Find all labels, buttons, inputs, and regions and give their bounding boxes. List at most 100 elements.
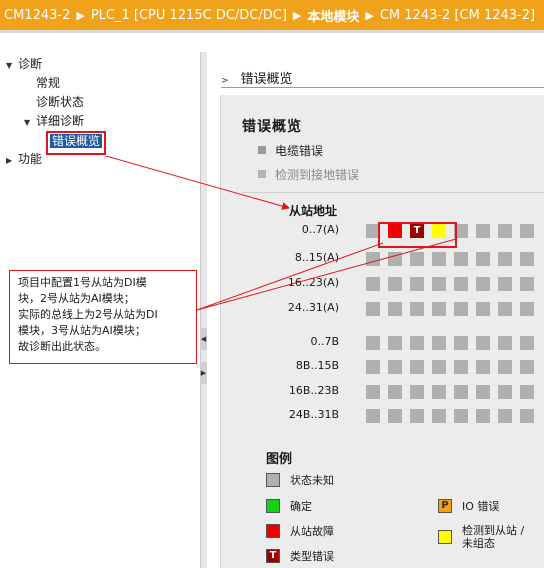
slave-status-unknown[interactable]	[476, 277, 490, 291]
slave-status-unknown[interactable]	[388, 385, 402, 399]
breadcrumb-item-plc[interactable]: PLC_1 [CPU 1215C DC/DC/DC]	[91, 8, 287, 23]
slave-status-unknown[interactable]	[388, 302, 402, 316]
callout-line: 故诊断出此状态。	[18, 340, 106, 353]
slave-status-unknown[interactable]	[410, 302, 424, 316]
slave-row-label: 8..15(A)	[294, 251, 339, 264]
slave-status-unknown[interactable]	[498, 409, 512, 423]
slave-status-unknown[interactable]	[498, 360, 512, 374]
slave-status-unknown[interactable]	[410, 409, 424, 423]
ground-error-indicator: 检测到接地错误	[258, 166, 359, 183]
legend-label-detected: 检测到从站 / 未组态	[462, 524, 524, 550]
legend-item-unknown: 状态未知	[266, 473, 334, 487]
slave-status-unknown[interactable]	[498, 277, 512, 291]
slave-status-unknown[interactable]	[498, 302, 512, 316]
slave-status-unknown[interactable]	[454, 385, 468, 399]
slave-status-unknown[interactable]	[432, 252, 446, 266]
io-error-swatch-icon: P	[438, 499, 452, 513]
section-header[interactable]: > 错误概览	[221, 68, 544, 88]
slave-row-label: 24B..31B	[288, 408, 339, 421]
unknown-swatch-icon	[266, 473, 280, 487]
slave-status-unknown[interactable]	[498, 252, 512, 266]
panel-splitter[interactable]	[200, 52, 207, 568]
expand-right-arrow-icon[interactable]: ▶	[200, 362, 207, 384]
slave-status-unknown[interactable]	[410, 385, 424, 399]
slave-status-unknown[interactable]	[520, 224, 534, 238]
annotation-callout: 项目中配置1号从站为DI模 块，2号从站为AI模块； 实际的总线上为2号从站为D…	[9, 270, 197, 364]
slave-status-unknown[interactable]	[366, 277, 380, 291]
slave-status-unknown[interactable]	[476, 224, 490, 238]
slave-status-unknown[interactable]	[520, 385, 534, 399]
slave-status-unknown[interactable]	[454, 277, 468, 291]
slave-status-unknown[interactable]	[410, 277, 424, 291]
slave-status-unknown[interactable]	[520, 302, 534, 316]
cable-error-label: 电缆错误	[275, 144, 324, 158]
slave-status-unknown[interactable]	[432, 409, 446, 423]
collapse-left-arrow-icon[interactable]: ◀	[200, 328, 207, 350]
slave-status-unknown[interactable]	[432, 385, 446, 399]
slave-status-unknown[interactable]	[454, 336, 468, 350]
slave-status-unknown[interactable]	[498, 385, 512, 399]
slave-status-unknown[interactable]	[388, 336, 402, 350]
slave-status-row	[366, 252, 534, 266]
tree-item-diag-status[interactable]: 诊断状态	[36, 93, 84, 111]
legend-label: 类型错误	[290, 549, 334, 563]
slave-status-unknown[interactable]	[476, 252, 490, 266]
slave-status-unknown[interactable]	[520, 409, 534, 423]
slave-status-row	[366, 302, 534, 316]
tree-item-detail-diag[interactable]: ▼ 详细诊断	[24, 112, 84, 130]
slave-status-unknown[interactable]	[366, 360, 380, 374]
slave-status-unknown[interactable]	[410, 360, 424, 374]
slave-status-unknown[interactable]	[366, 336, 380, 350]
triangle-down-icon[interactable]: ▼	[24, 114, 36, 132]
slave-status-unknown[interactable]	[366, 302, 380, 316]
breadcrumb-item-cm[interactable]: CM 1243-2 [CM 1243-2]	[380, 8, 535, 23]
slave-status-unknown[interactable]	[410, 336, 424, 350]
breadcrumb-item-module[interactable]: CM1243-2	[4, 8, 70, 23]
slave-status-unknown[interactable]	[454, 360, 468, 374]
slave-status-unknown[interactable]	[410, 252, 424, 266]
tree-item-general[interactable]: 常规	[36, 74, 60, 92]
slave-status-unknown[interactable]	[476, 385, 490, 399]
tree-label: 常规	[36, 76, 61, 90]
slave-status-unknown[interactable]	[432, 277, 446, 291]
breadcrumb-item-local-modules[interactable]: 本地模块	[307, 6, 359, 25]
triangle-right-icon[interactable]: ▶	[6, 152, 18, 170]
slave-status-unknown[interactable]	[366, 409, 380, 423]
slave-row-label: 16B..23B	[288, 384, 339, 397]
slave-status-unknown[interactable]	[454, 252, 468, 266]
legend-label: 确定	[290, 499, 312, 513]
slave-status-unknown[interactable]	[498, 224, 512, 238]
triangle-down-icon[interactable]: ▼	[6, 57, 18, 75]
slave-status-unknown[interactable]	[498, 336, 512, 350]
slave-row-label: 24..31(A)	[287, 301, 339, 314]
slave-status-unknown[interactable]	[432, 302, 446, 316]
slave-status-unknown[interactable]	[388, 409, 402, 423]
callout-line: 模块，3号从站为AI模块；	[18, 324, 146, 337]
slave-status-unknown[interactable]	[520, 252, 534, 266]
slave-status-unknown[interactable]	[476, 302, 490, 316]
slave-status-unknown[interactable]	[454, 409, 468, 423]
slave-status-unknown[interactable]	[432, 360, 446, 374]
titlebar-divider	[0, 30, 544, 33]
slave-status-unknown[interactable]	[366, 252, 380, 266]
slave-status-unknown[interactable]	[432, 336, 446, 350]
slave-status-unknown[interactable]	[476, 360, 490, 374]
slave-status-unknown[interactable]	[520, 277, 534, 291]
slave-status-unknown[interactable]	[476, 409, 490, 423]
slave-status-unknown[interactable]	[388, 360, 402, 374]
tree-item-function[interactable]: ▶ 功能	[6, 150, 42, 168]
slave-status-unknown[interactable]	[388, 252, 402, 266]
slave-status-unknown[interactable]	[454, 302, 468, 316]
slave-status-unknown[interactable]	[476, 336, 490, 350]
legend-label-line: 未组态	[462, 537, 495, 550]
status-square-icon	[258, 146, 266, 154]
slave-status-unknown[interactable]	[388, 277, 402, 291]
slave-status-unknown[interactable]	[520, 336, 534, 350]
slave-status-unknown[interactable]	[366, 385, 380, 399]
content-area: > 错误概览 错误概览 电缆错误 检测到接地错误 从站地址 0..7(A) T 8..…	[207, 52, 544, 568]
panel-divider	[242, 192, 544, 193]
tree-item-diagnosis[interactable]: ▼ 诊断	[6, 55, 42, 73]
slave-status-unknown[interactable]	[520, 360, 534, 374]
chevron-right-icon[interactable]: >	[221, 76, 229, 86]
slave-status-row	[366, 385, 534, 399]
